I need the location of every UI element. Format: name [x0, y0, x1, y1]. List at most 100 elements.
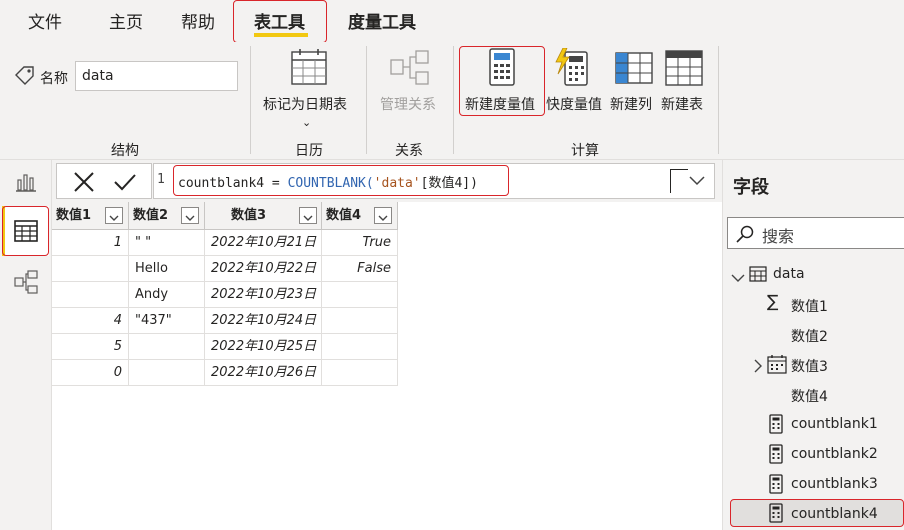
view-switcher: [0, 160, 52, 530]
highlight-box-new-measure: [459, 46, 545, 116]
highlight-box-table-tools: [233, 0, 327, 43]
table-name-input[interactable]: data: [75, 61, 238, 91]
quick-measure-button[interactable]: 快度量值: [545, 46, 607, 132]
cell-value2[interactable]: Hello: [129, 256, 205, 282]
relationship-icon: [390, 50, 430, 90]
column-header-4[interactable]: 数值4: [322, 202, 398, 230]
cell-value3[interactable]: 2022年10月25日: [205, 334, 322, 360]
filter-dropdown-icon[interactable]: [374, 207, 392, 224]
field-item[interactable]: countblank2: [791, 446, 878, 462]
filter-dropdown-icon[interactable]: [299, 207, 317, 224]
group-label-calc: 计算: [571, 143, 599, 159]
quick-calculator-icon: [555, 47, 591, 90]
field-item[interactable]: 数值3: [791, 356, 828, 376]
filter-dropdown-icon[interactable]: [181, 207, 199, 224]
new-column-button[interactable]: 新建列: [608, 46, 660, 132]
cell-value1[interactable]: 4: [52, 308, 129, 334]
cell-value4[interactable]: False: [322, 256, 398, 282]
cell-value1[interactable]: 0: [52, 360, 129, 386]
group-label-calendar: 日历: [295, 143, 323, 159]
formula-line-number: 1: [157, 172, 165, 187]
search-icon: [736, 225, 754, 247]
search-placeholder: 搜索: [762, 227, 795, 246]
menu-bar: 文件 主页 帮助 表工具 度量工具: [0, 0, 904, 43]
field-item[interactable]: 数值4: [791, 386, 828, 406]
collapse-chevron-icon[interactable]: [731, 268, 745, 287]
highlight-box-countblank4: [730, 499, 904, 527]
cell-value2[interactable]: Andy: [129, 282, 205, 308]
cell-value1[interactable]: [52, 256, 129, 282]
cell-value4[interactable]: True: [322, 230, 398, 256]
model-view-icon[interactable]: [14, 270, 38, 298]
manage-relationships-label: 管理关系: [380, 97, 436, 113]
cell-value4[interactable]: [322, 334, 398, 360]
group-separator: [453, 46, 454, 154]
group-label-relations: 关系: [395, 143, 423, 159]
column-header-1[interactable]: 数值1: [52, 202, 129, 230]
field-item[interactable]: 数值2: [791, 326, 828, 346]
expand-chevron-icon[interactable]: [753, 358, 763, 377]
measure-calculator-icon: [769, 474, 783, 498]
cell-value3[interactable]: 2022年10月21日: [205, 230, 322, 256]
filter-dropdown-icon[interactable]: [105, 207, 123, 224]
column-header-2[interactable]: 数值2: [129, 202, 205, 230]
field-item[interactable]: 数值1: [791, 296, 828, 316]
cell-value3[interactable]: 2022年10月26日: [205, 360, 322, 386]
commit-formula-icon[interactable]: [113, 172, 137, 196]
cancel-formula-icon[interactable]: [73, 172, 95, 196]
field-item[interactable]: countblank3: [791, 476, 878, 492]
manage-relationships-button[interactable]: 管理关系: [376, 46, 444, 132]
highlight-box-formula: [173, 165, 509, 196]
formula-editor[interactable]: 1 countblank4 = COUNTBLANK('data'[数值4]): [153, 163, 715, 199]
new-column-icon: [615, 52, 653, 88]
expand-formula-chevron-icon[interactable]: [688, 171, 706, 190]
column-header-3[interactable]: 数值3: [205, 202, 322, 230]
cell-value2[interactable]: [129, 334, 205, 360]
cell-value3[interactable]: 2022年10月24日: [205, 308, 322, 334]
column-header-label: 数值1: [56, 208, 92, 223]
chevron-down-icon: ⌄: [302, 116, 312, 129]
cell-value3[interactable]: 2022年10月22日: [205, 256, 322, 282]
group-separator: [366, 46, 367, 154]
data-grid: 数值1 数值2 数值3 数值4 1 " " 2022年10月21日 True H…: [52, 202, 722, 530]
tag-icon: [14, 66, 36, 90]
tab-measure-tools[interactable]: 度量工具: [348, 8, 416, 33]
group-separator: [718, 46, 719, 154]
editor-scroll-marker-top: [670, 169, 688, 170]
report-view-icon[interactable]: [15, 172, 37, 196]
column-header-label: 数值2: [133, 208, 169, 223]
cell-value2[interactable]: [129, 360, 205, 386]
quick-measure-label: 快度量值: [546, 97, 602, 113]
measure-calculator-icon: [769, 414, 783, 438]
column-header-label: 数值4: [326, 208, 362, 223]
measure-calculator-icon: [769, 444, 783, 468]
editor-scroll-marker: [670, 169, 671, 193]
group-separator: [250, 46, 251, 154]
cell-value1[interactable]: 1: [52, 230, 129, 256]
field-search-input[interactable]: 搜索: [727, 217, 904, 249]
field-item[interactable]: countblank1: [791, 416, 878, 432]
cell-value2[interactable]: " ": [129, 230, 205, 256]
cell-value4[interactable]: [322, 308, 398, 334]
ribbon: 名称 data 结构 标记为日期表 ⌄ 日历 管理关系 关系 新建度量值 快度量…: [0, 42, 904, 160]
name-label: 名称: [40, 71, 68, 87]
tab-home[interactable]: 主页: [109, 8, 143, 33]
new-table-icon: [665, 50, 703, 90]
cell-value1[interactable]: 5: [52, 334, 129, 360]
field-table-data[interactable]: data: [773, 266, 805, 282]
mark-as-date-table-button[interactable]: 标记为日期表 ⌄: [262, 46, 356, 132]
calendar-icon: [291, 48, 327, 90]
table-icon: [749, 266, 767, 286]
cell-value2[interactable]: "437": [129, 308, 205, 334]
cell-value4[interactable]: [322, 282, 398, 308]
tab-help[interactable]: 帮助: [181, 8, 215, 33]
new-column-label: 新建列: [610, 97, 652, 113]
formula-actions: [56, 163, 152, 199]
cell-value3[interactable]: 2022年10月23日: [205, 282, 322, 308]
new-table-button[interactable]: 新建表: [660, 46, 712, 132]
cell-value1[interactable]: [52, 282, 129, 308]
highlight-box-data-view: [2, 206, 49, 256]
cell-value4[interactable]: [322, 360, 398, 386]
group-label-structure: 结构: [111, 143, 139, 159]
tab-file[interactable]: 文件: [28, 8, 62, 33]
